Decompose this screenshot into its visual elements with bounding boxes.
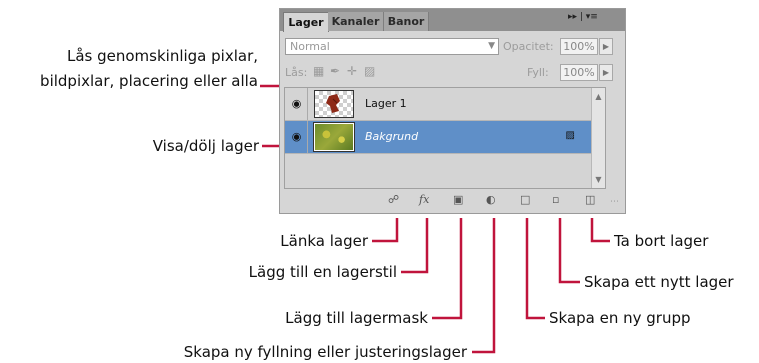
move-lock-icon[interactable]: ✛ <box>347 64 357 78</box>
panel-tab-bar: Lager Kanaler Banor ▸▸ | ▾≡ <box>280 9 625 32</box>
layer-list-scrollbar[interactable]: ▲ ▼ <box>591 88 605 188</box>
leader-style <box>401 218 429 274</box>
layer-thumbnail <box>314 90 354 118</box>
tab-lager[interactable]: Lager <box>283 12 329 32</box>
fill-label: Fyll: <box>527 66 549 79</box>
scroll-up-icon[interactable]: ▲ <box>592 92 605 101</box>
layer-row[interactable]: ◉ Lager 1 <box>285 88 605 121</box>
annotation-mask: Lägg till lagermask <box>285 309 428 327</box>
annotation-new-layer: Skapa ett nytt lager <box>584 273 734 291</box>
checker-lock-icon[interactable]: ▦ <box>313 64 324 78</box>
brush-lock-icon[interactable]: ✒ <box>330 64 340 78</box>
layer-name: Lager 1 <box>365 97 407 110</box>
leader-mask <box>432 218 463 320</box>
annotation-lock-line2: bildpixlar, placering eller alla <box>40 72 258 90</box>
eye-icon[interactable]: ◉ <box>286 88 308 120</box>
lock-label: Lås: <box>285 66 308 79</box>
padlock-icon[interactable]: ▨ <box>364 64 375 78</box>
annotation-visibility: Visa/dölj lager <box>152 137 259 155</box>
fx-icon[interactable]: fx <box>419 193 429 206</box>
leader-link <box>372 218 399 243</box>
eye-icon[interactable]: ◉ <box>286 121 308 153</box>
layer-thumbnail <box>313 122 355 152</box>
leader-new-layer <box>558 218 580 284</box>
annotation-delete: Ta bort lager <box>614 232 709 250</box>
leader-fill-adjust <box>472 218 496 354</box>
link-icon[interactable]: ☍ <box>388 193 399 206</box>
layer-row-selected[interactable]: ◉ Bakgrund ▨ <box>285 121 605 154</box>
layer-list: ◉ Lager 1 ◉ Bakgrund ▨ ▲ ▼ <box>284 87 606 189</box>
lock-row: Lås: ▦ ✒ ✛ ▨ Fyll: 100% ▶ <box>280 60 625 86</box>
fill-stepper[interactable]: ▶ <box>599 64 613 81</box>
layers-panel: Lager Kanaler Banor ▸▸ | ▾≡ Normal ▼ Opa… <box>279 8 626 214</box>
trash-icon[interactable]: ◫ <box>585 193 595 206</box>
folder-icon[interactable]: □ <box>520 193 530 206</box>
tab-banor[interactable]: Banor <box>384 12 429 31</box>
annotation-fill-adjust: Skapa ny fyllning eller justeringslager <box>183 343 467 361</box>
annotation-lock-line1: Lås genomskinliga pixlar, <box>66 47 258 65</box>
blend-mode-select[interactable]: Normal ▼ <box>285 38 499 55</box>
blend-row: Normal ▼ Opacitet: 100% ▶ <box>280 34 625 60</box>
layer-name: Bakgrund <box>365 130 419 143</box>
annotation-group: Skapa en ny grupp <box>549 309 691 327</box>
fill-field[interactable]: 100% <box>560 64 598 81</box>
chevron-down-icon: ▼ <box>488 41 495 51</box>
leader-delete <box>590 218 610 243</box>
panel-footer: ☍ fx ▣ ◐ □ ▫ ◫ ⋯ <box>280 189 625 213</box>
panel-menu-controls[interactable]: ▸▸ | ▾≡ <box>568 12 598 22</box>
opacity-stepper[interactable]: ▶ <box>599 38 613 55</box>
leader-group <box>525 218 545 320</box>
opacity-field[interactable]: 100% <box>560 38 598 55</box>
leaf-thumbnail-icon <box>326 94 340 113</box>
annotation-link: Länka lager <box>280 232 368 250</box>
adjustment-icon[interactable]: ◐ <box>486 193 496 206</box>
mask-icon[interactable]: ▣ <box>453 193 463 206</box>
resize-grip-icon[interactable]: ⋯ <box>610 197 619 207</box>
new-layer-icon[interactable]: ▫ <box>552 193 559 206</box>
opacity-label: Opacitet: <box>503 40 554 53</box>
annotation-style: Lägg till en lagerstil <box>248 263 397 281</box>
blend-mode-value: Normal <box>290 40 330 53</box>
layer-lock-icon: ▨ <box>565 130 575 141</box>
scroll-down-icon[interactable]: ▼ <box>592 175 605 184</box>
tab-kanaler[interactable]: Kanaler <box>328 12 384 31</box>
